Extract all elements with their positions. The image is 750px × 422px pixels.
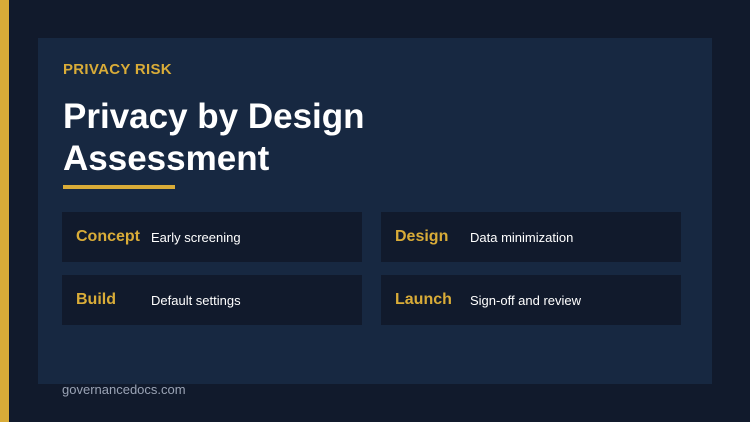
slide-title: Privacy by Design Assessment [63, 96, 365, 180]
stage-label: Design [395, 228, 449, 245]
title-line-1: Privacy by Design [63, 97, 365, 136]
stage-description: Early screening [151, 229, 241, 245]
slide-panel: PRIVACY RISK Privacy by Design Assessmen… [38, 38, 712, 384]
title-underline [63, 185, 175, 189]
stage-card-concept: Concept Early screening [62, 212, 362, 262]
stage-label: Build [76, 291, 116, 308]
title-line-2: Assessment [63, 139, 270, 178]
stage-label: Concept [76, 228, 140, 245]
footer-url: governancedocs.com [62, 382, 186, 397]
eyebrow-label: PRIVACY RISK [63, 61, 172, 78]
stage-card-launch: Launch Sign-off and review [381, 275, 681, 325]
stage-label: Launch [395, 291, 452, 308]
stage-description: Default settings [151, 292, 241, 308]
stage-card-build: Build Default settings [62, 275, 362, 325]
stage-description: Data minimization [470, 229, 574, 245]
stage-card-design: Design Data minimization [381, 212, 681, 262]
stage-description: Sign-off and review [470, 292, 582, 308]
left-accent-bar [0, 0, 9, 422]
